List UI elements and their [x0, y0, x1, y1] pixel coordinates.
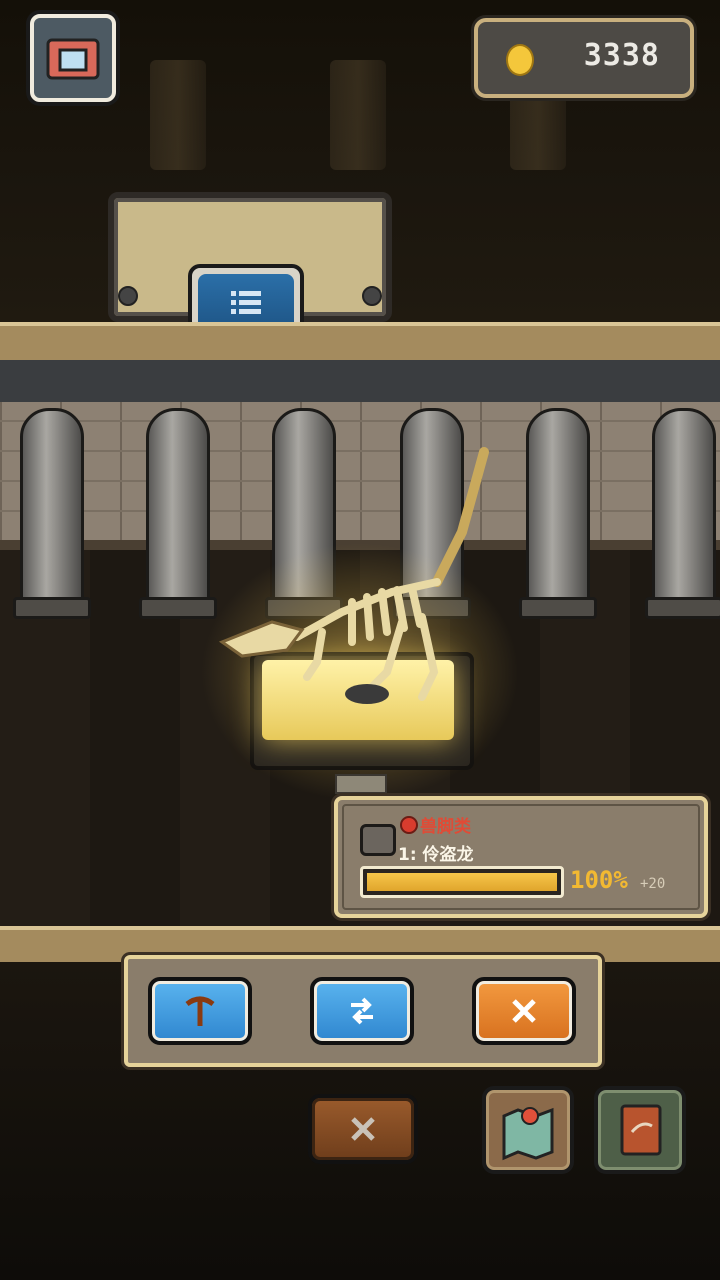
progress-bonus: +20 [640, 876, 666, 892]
category-label: 兽脚类 [420, 817, 471, 837]
map-button[interactable] [482, 1086, 574, 1174]
fossil-icon [360, 824, 396, 856]
book-icon [620, 1104, 662, 1156]
book-button[interactable] [594, 1086, 686, 1174]
progress-bar-fill [367, 873, 557, 891]
map-icon [502, 1107, 554, 1161]
exhibit-info-panel: 兽脚类 1: 伶盗龙 100% +20 [334, 796, 708, 918]
close-icon [351, 1117, 375, 1141]
species-label: 1: 伶盗龙 [398, 845, 474, 865]
coin-counter: 3338 [474, 18, 694, 98]
category-dot-icon [400, 816, 418, 834]
camera-button[interactable] [30, 14, 116, 102]
dig-button[interactable] [148, 977, 252, 1045]
pickaxe-icon [185, 996, 215, 1026]
top-gallery-ceiling [0, 360, 720, 408]
coin-icon [506, 44, 534, 76]
close-button[interactable] [308, 1094, 418, 1164]
pillar [13, 408, 91, 619]
pillar [519, 408, 597, 619]
camera-icon [46, 38, 100, 80]
dinosaur-skeleton-icon[interactable] [212, 442, 502, 712]
close-icon [512, 999, 536, 1023]
progress-value: 100% [570, 866, 628, 894]
progress-bar [360, 866, 564, 898]
list-icon [231, 291, 261, 314]
exhibit-plaque [335, 774, 387, 794]
swap-arrows-icon [351, 997, 373, 1025]
swap-button[interactable] [310, 977, 414, 1045]
remove-exhibit-button[interactable] [472, 977, 576, 1045]
coin-amount: 3338 [583, 38, 660, 73]
exhibit-action-bar [124, 955, 602, 1067]
pillar [645, 408, 720, 619]
